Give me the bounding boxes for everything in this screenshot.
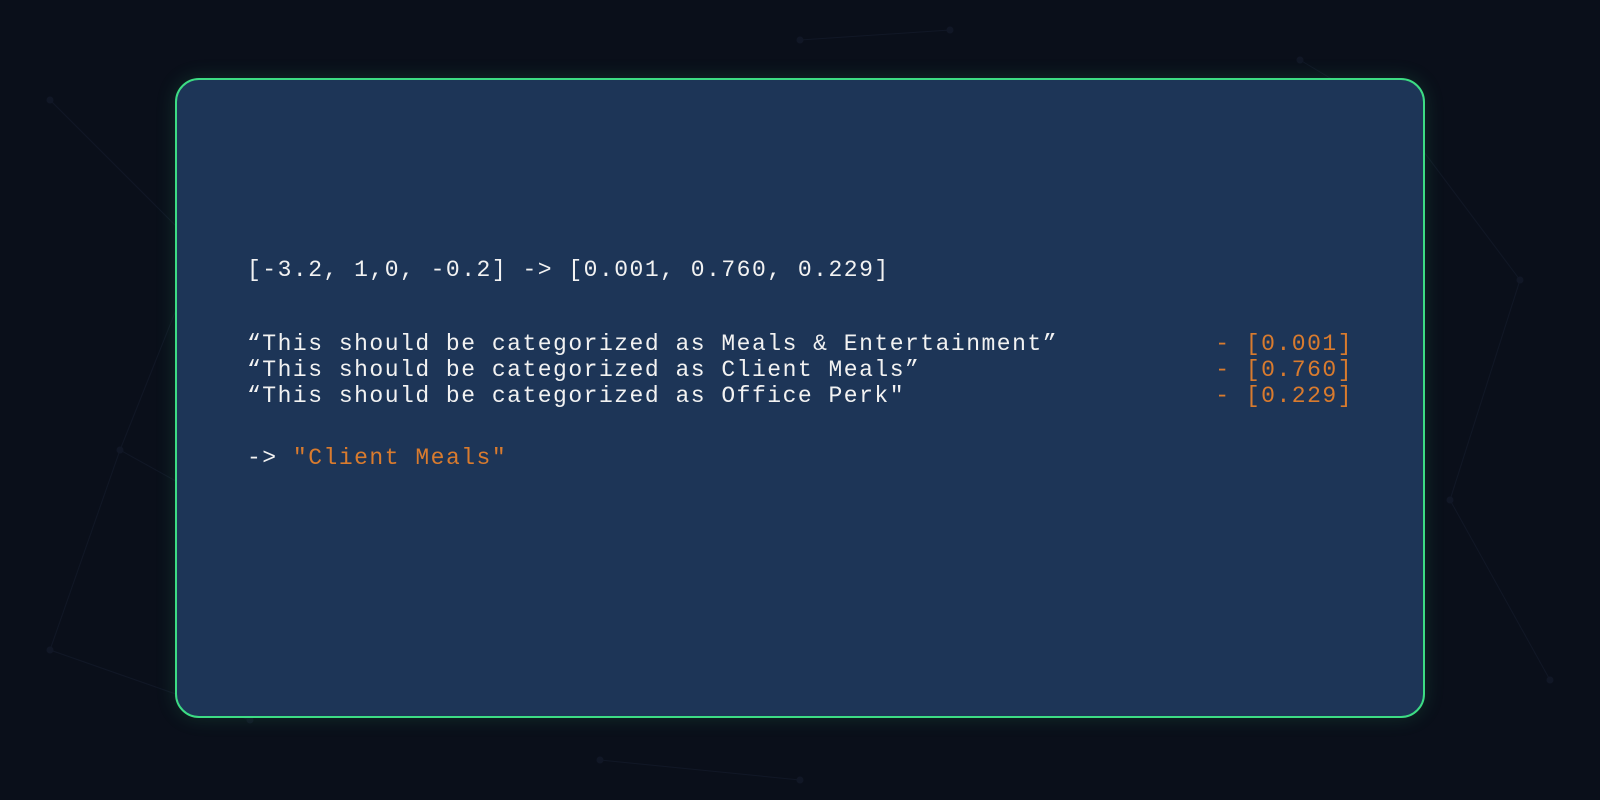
code-card: [-3.2, 1,0, -0.2] -> [0.001, 0.760, 0.22… [175, 78, 1425, 718]
category-text: “This should be categorized as Office Pe… [247, 383, 905, 409]
category-prob: - [0.229] [1200, 383, 1353, 409]
category-row: “This should be categorized as Office Pe… [247, 383, 1353, 409]
result-line: -> "Client Meals" [247, 445, 1353, 471]
category-text: “This should be categorized as Meals & E… [247, 331, 1058, 357]
category-prob: - [0.001] [1200, 331, 1353, 357]
category-prob: - [0.760] [1200, 357, 1353, 383]
vector-transform-line: [-3.2, 1,0, -0.2] -> [0.001, 0.760, 0.22… [247, 250, 1353, 291]
category-row: “This should be categorized as Meals & E… [247, 331, 1353, 357]
category-text: “This should be categorized as Client Me… [247, 357, 920, 383]
category-row: “This should be categorized as Client Me… [247, 357, 1353, 383]
